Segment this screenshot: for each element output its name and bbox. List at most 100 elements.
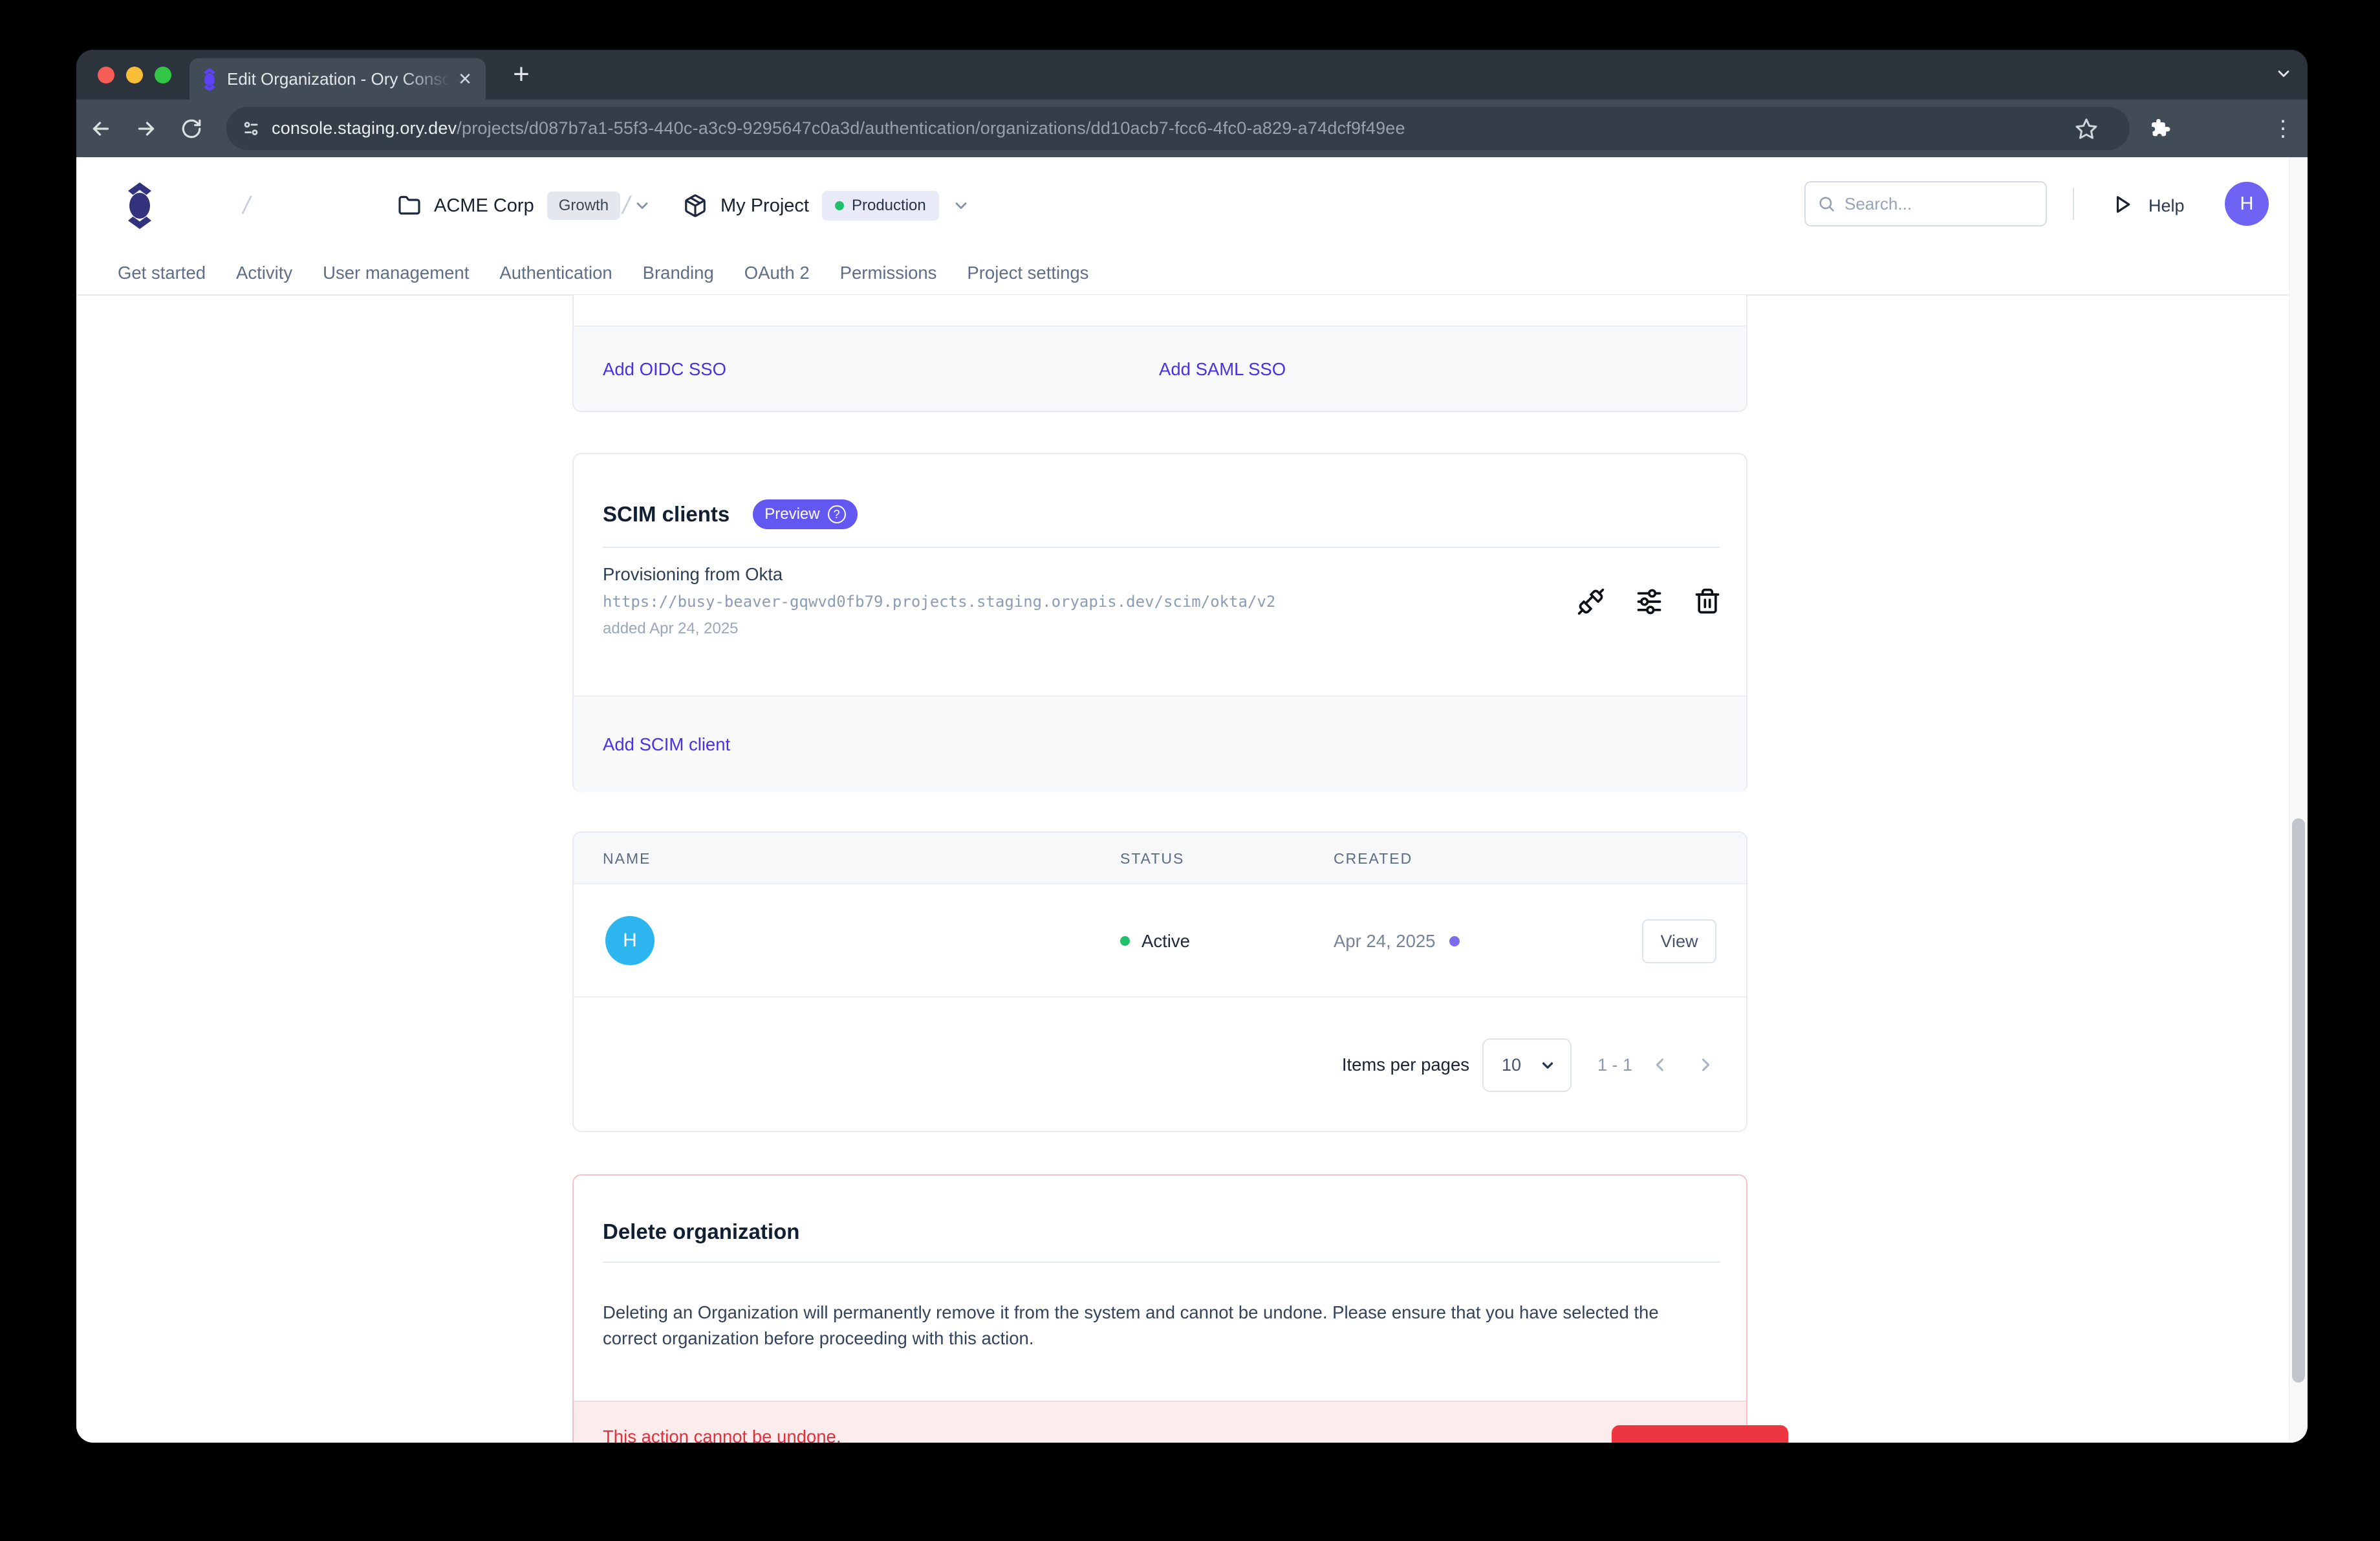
package-icon bbox=[683, 193, 708, 218]
extensions-button[interactable] bbox=[2141, 100, 2180, 157]
help-link[interactable]: Help bbox=[2148, 184, 2185, 227]
breadcrumb-separator: / bbox=[240, 192, 253, 220]
bookmark-star-icon[interactable] bbox=[2075, 117, 2098, 140]
delete-client-icon[interactable] bbox=[1693, 587, 1722, 616]
overflow-menu-button[interactable]: ⋮ bbox=[2264, 100, 2302, 157]
site-settings-icon[interactable] bbox=[242, 119, 261, 138]
reload-icon bbox=[180, 118, 202, 140]
add-saml-sso-link[interactable]: Add SAML SSO bbox=[1159, 359, 1286, 380]
chevron-down-icon bbox=[2275, 65, 2293, 83]
page-content: / ACME Corp Growth / My Project Producti… bbox=[76, 157, 2308, 1443]
view-button[interactable]: View bbox=[1642, 919, 1716, 963]
forward-icon bbox=[135, 117, 158, 140]
column-name: NAME bbox=[603, 833, 651, 884]
page-range: 1 - 1 bbox=[1570, 998, 1660, 1132]
play-icon[interactable] bbox=[2111, 193, 2134, 216]
browser-window: Edit Organization - Ory Console × + cons… bbox=[76, 50, 2308, 1443]
nav-item-project-settings[interactable]: Project settings bbox=[967, 263, 1088, 283]
delete-card-footer: This action cannot be undone. Delete org… bbox=[574, 1401, 1746, 1443]
search-input[interactable] bbox=[1844, 194, 2013, 214]
scim-client-url: https://busy-beaver-gqwvd0fb79.projects.… bbox=[603, 593, 1275, 611]
nav-item-authentication[interactable]: Authentication bbox=[499, 263, 612, 283]
workspace-switcher[interactable]: ACME Corp Growth bbox=[398, 184, 651, 227]
window-minimize-button[interactable] bbox=[126, 67, 143, 83]
ory-logo[interactable] bbox=[123, 182, 157, 229]
nav-item-user-management[interactable]: User management bbox=[323, 263, 469, 283]
env-status-dot bbox=[835, 201, 844, 210]
delete-organization-card: Delete organization Deleting an Organiza… bbox=[572, 1174, 1747, 1443]
folder-icon bbox=[398, 194, 421, 217]
sso-card-footer: Add OIDC SSO Add SAML SSO bbox=[574, 325, 1746, 411]
breadcrumb: / bbox=[243, 184, 250, 227]
nav-item-permissions[interactable]: Permissions bbox=[840, 263, 937, 283]
add-oidc-sso-link[interactable]: Add OIDC SSO bbox=[603, 359, 726, 380]
configure-icon[interactable] bbox=[1635, 587, 1663, 616]
forward-button[interactable] bbox=[127, 100, 166, 157]
scrollbar-track[interactable] bbox=[2289, 157, 2308, 1443]
status-label: Active bbox=[1141, 931, 1190, 952]
back-button[interactable] bbox=[81, 100, 120, 157]
browser-toolbar: console.staging.ory.dev/projects/d087b7a… bbox=[76, 100, 2308, 157]
window-zoom-button[interactable] bbox=[155, 67, 171, 83]
delete-organization-button[interactable]: Delete organization bbox=[1612, 1425, 1788, 1443]
created-date: Apr 24, 2025 bbox=[1334, 931, 1435, 952]
url-path: /projects/d087b7a1-55f3-440c-a3c9-929564… bbox=[457, 118, 1405, 138]
ory-favicon bbox=[201, 68, 218, 91]
sso-card: Add OIDC SSO Add SAML SSO bbox=[572, 295, 1747, 412]
organization-table-card: NAME STATUS CREATED H Active Apr 24, 202… bbox=[572, 831, 1747, 1132]
search-icon bbox=[1817, 195, 1835, 213]
scim-card-title: SCIM clients bbox=[603, 502, 730, 527]
scim-card-footer: Add SCIM client bbox=[574, 695, 1746, 792]
created-cell: Apr 24, 2025 bbox=[1334, 884, 1460, 998]
reload-button[interactable] bbox=[172, 100, 211, 157]
plan-badge: Growth bbox=[547, 191, 620, 220]
tab-title: Edit Organization - Ory Console bbox=[227, 58, 450, 100]
next-page-icon[interactable] bbox=[1696, 1056, 1715, 1074]
url-host: console.staging.ory.dev bbox=[272, 118, 457, 138]
project-nav: Get started Activity User management Aut… bbox=[118, 252, 1088, 294]
preview-badge: Preview ? bbox=[753, 499, 857, 529]
workspace-name: ACME Corp bbox=[434, 195, 534, 217]
environment-badge: Production bbox=[822, 191, 939, 221]
project-name: My Project bbox=[720, 195, 809, 217]
chevron-down-icon bbox=[633, 197, 651, 215]
scim-client-name: Provisioning from Okta bbox=[603, 564, 783, 585]
table-row[interactable]: H Active Apr 24, 2025 View bbox=[574, 884, 1746, 998]
preview-help-icon[interactable]: ? bbox=[828, 505, 846, 523]
header-divider bbox=[2073, 188, 2074, 220]
tab-search-button[interactable] bbox=[2269, 59, 2299, 89]
browser-tab[interactable]: Edit Organization - Ory Console × bbox=[189, 58, 486, 100]
chevron-down-icon bbox=[1539, 1057, 1556, 1074]
row-avatar: H bbox=[605, 916, 654, 965]
back-icon bbox=[89, 117, 113, 140]
chevron-down-icon bbox=[952, 197, 970, 215]
project-switcher[interactable]: My Project Production bbox=[683, 184, 970, 227]
url-bar[interactable]: console.staging.ory.dev/projects/d087b7a… bbox=[226, 107, 2130, 150]
new-tab-button[interactable]: + bbox=[503, 56, 539, 93]
user-avatar[interactable]: H bbox=[2225, 182, 2269, 226]
window-close-button[interactable] bbox=[98, 67, 114, 83]
scim-clients-card: SCIM clients Preview ? Provisioning from… bbox=[572, 453, 1747, 792]
nav-item-activity[interactable]: Activity bbox=[236, 263, 292, 283]
scim-divider bbox=[603, 547, 1720, 548]
global-search[interactable] bbox=[1804, 181, 2047, 226]
tab-strip: Edit Organization - Ory Console × + bbox=[76, 50, 2308, 100]
status-dot bbox=[1120, 936, 1130, 946]
nav-item-get-started[interactable]: Get started bbox=[118, 263, 206, 283]
nav-item-oauth2[interactable]: OAuth 2 bbox=[744, 263, 810, 283]
test-connection-icon[interactable] bbox=[1577, 587, 1605, 616]
tab-close-icon[interactable]: × bbox=[449, 58, 481, 100]
previous-page-icon[interactable] bbox=[1651, 1056, 1669, 1074]
add-scim-client-link[interactable]: Add SCIM client bbox=[603, 734, 730, 755]
items-per-page-select[interactable]: 10 bbox=[1482, 1038, 1572, 1092]
column-status: STATUS bbox=[1120, 833, 1184, 884]
scrollbar-thumb[interactable] bbox=[2292, 818, 2305, 1383]
created-dot bbox=[1449, 936, 1460, 946]
items-per-page-label: Items per pages bbox=[1275, 998, 1469, 1132]
table-header: NAME STATUS CREATED bbox=[574, 833, 1746, 884]
pagination: Items per pages 10 1 - 1 bbox=[574, 998, 1746, 1132]
breadcrumb-separator-2: / bbox=[623, 184, 630, 227]
page-url: console.staging.ory.dev/projects/d087b7a… bbox=[272, 118, 1405, 138]
scim-client-added: added Apr 24, 2025 bbox=[603, 620, 739, 638]
nav-item-branding[interactable]: Branding bbox=[643, 263, 714, 283]
